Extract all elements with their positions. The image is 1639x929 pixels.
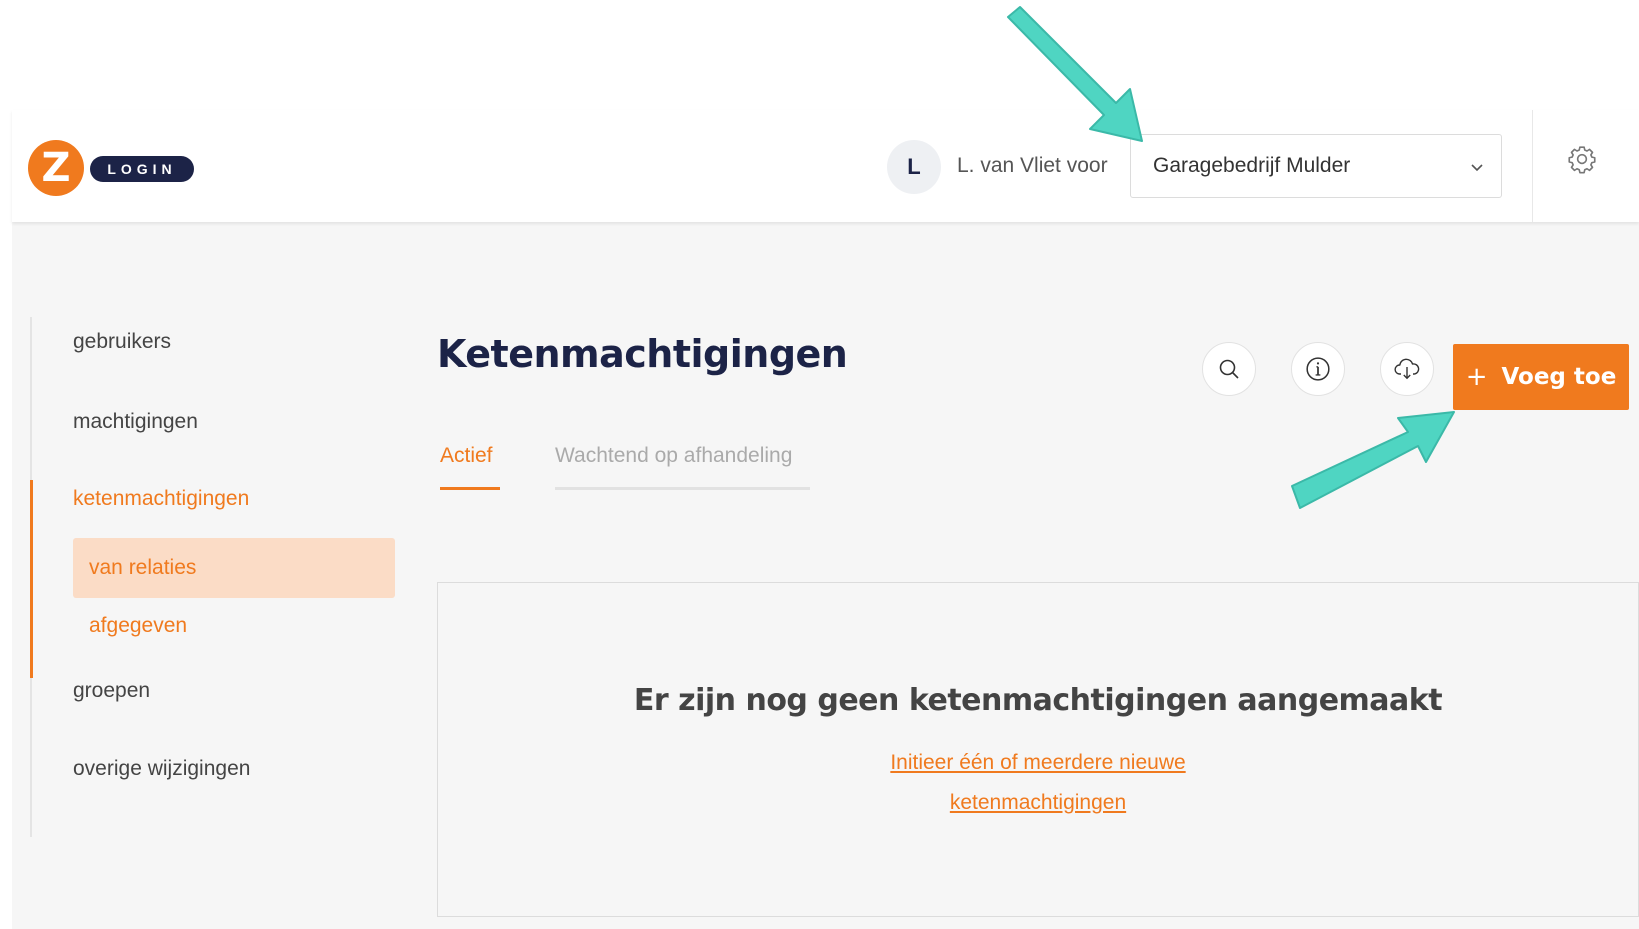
tab-wachtend-op-afhandeling[interactable]: Wachtend op afhandeling [555,444,792,468]
sidebar-subitem-afgegeven[interactable]: afgegeven [73,596,395,656]
empty-state-title: Er zijn nog geen ketenmachtigingen aange… [633,683,1443,718]
sidebar-item-overige-wijzigingen[interactable]: overige wijzigingen [73,757,250,781]
logo-text: LOGIN [90,156,194,182]
sidebar-item-groepen[interactable]: groepen [73,679,150,703]
empty-state-link[interactable]: Initieer één of meerdere nieuwe ketenmac… [438,743,1638,823]
logo-circle: Z [28,140,84,196]
add-button-label: Voeg toe [1501,364,1617,390]
organization-select[interactable]: Garagebedrijf Mulder [1130,134,1502,198]
sidebar-subitem-label: van relaties [89,556,197,579]
empty-state-link-line1: Initieer één of meerdere nieuwe [890,751,1186,774]
avatar[interactable]: L [887,140,941,194]
sidebar-item-gebruikers[interactable]: gebruikers [73,330,171,354]
gear-icon[interactable] [1567,144,1597,174]
chevron-down-icon [1471,164,1483,172]
sidebar-subitem-van-relaties[interactable]: van relaties [73,538,395,598]
search-button[interactable] [1202,342,1256,396]
page-title: Ketenmachtigingen [437,332,848,376]
zlogin-logo[interactable]: Z LOGIN [28,140,208,200]
tab-actief[interactable]: Actief [440,444,493,468]
annotation-arrow-icon [1007,6,1143,142]
download-button[interactable] [1380,342,1434,396]
annotation-arrow-icon [1291,411,1455,509]
search-icon [1219,359,1239,379]
organization-select-value: Garagebedrijf Mulder [1153,154,1351,177]
info-button[interactable] [1291,342,1345,396]
top-header: Z LOGIN L L. van Vliet voor Garagebedrij… [12,110,1639,222]
user-label: L. van Vliet voor [957,154,1108,177]
cloud-download-icon [1394,358,1420,380]
sidebar-subitem-label: afgegeven [89,614,188,637]
header-divider [1532,110,1533,222]
plus-icon: + [1465,362,1488,392]
add-button[interactable]: + Voeg toe [1453,344,1629,410]
empty-state-panel: Er zijn nog geen ketenmachtigingen aange… [437,582,1639,917]
info-icon [1306,357,1330,381]
tab-actief-underline [440,487,500,490]
tab-wachtend-underline [555,487,810,490]
sidebar-active-indicator [30,480,33,678]
sidebar-item-ketenmachtigingen[interactable]: ketenmachtigingen [73,487,249,511]
content-area: gebruikers machtigingen ketenmachtiginge… [12,222,1639,929]
empty-state-link-line2: ketenmachtigingen [949,791,1127,814]
sidebar-item-machtigingen[interactable]: machtigingen [73,410,198,434]
